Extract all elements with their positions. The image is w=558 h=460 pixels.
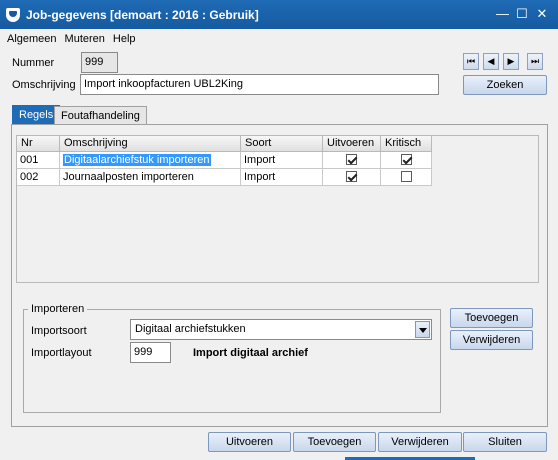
column-header-nr[interactable]: Nr [17,136,60,152]
last-record-icon[interactable]: ⏭ [527,53,543,70]
table-row-nr[interactable]: 002 [17,169,60,186]
menu-help[interactable]: Help [110,33,139,45]
zoeken-button[interactable]: Zoeken [463,75,547,95]
minimize-button[interactable]: — [496,7,509,20]
table-row-omschrijving[interactable]: Journaalposten importeren [60,169,241,186]
tab-regels[interactable]: Regels [12,105,61,125]
group-toevoegen-button[interactable]: Toevoegen [450,308,533,328]
table-row-soort[interactable]: Import [241,169,323,186]
column-header-omschrijving[interactable]: Omschrijving [60,136,241,152]
menu-bar: Algemeen Muteren Help [0,29,558,48]
sluiten-button[interactable]: Sluiten [463,432,547,452]
table-row-uitvoeren[interactable] [323,169,381,186]
toevoegen-button[interactable]: Toevoegen [293,432,376,452]
importlayout-label: Importlayout [31,347,92,359]
chevron-down-icon[interactable] [415,321,430,338]
group-verwijderen-button[interactable]: Verwijderen [450,330,533,350]
table-row-omschrijving[interactable]: Digitaalarchiefstuk importeren [60,152,241,169]
table-row-soort[interactable]: Import [241,152,323,169]
column-header-uitvoeren[interactable]: Uitvoeren [323,136,381,152]
prev-record-icon[interactable]: ◀ [483,53,499,70]
importlayout-description: Import digitaal archief [193,347,308,359]
verwijderen-button[interactable]: Verwijderen [378,432,462,452]
table-row-nr[interactable]: 001 [17,152,60,169]
kritisch-checkbox[interactable] [400,171,412,182]
table-row-kritisch[interactable] [381,152,432,169]
column-header-kritisch[interactable]: Kritisch [381,136,432,152]
table-row-uitvoeren[interactable] [323,152,381,169]
omschrijving-label: Omschrijving [12,79,76,91]
uitvoeren-button[interactable]: Uitvoeren [208,432,291,452]
importeren-legend: Importeren [28,303,88,315]
table-row-kritisch[interactable] [381,169,432,186]
omschrijving-field[interactable]: Import inkoopfacturen UBL2King [80,74,439,95]
menu-muteren[interactable]: Muteren [62,33,108,45]
column-header-soort[interactable]: Soort [241,136,323,152]
tab-foutafhandeling[interactable]: Foutafhandeling [54,106,147,126]
nummer-field[interactable]: 999 [81,52,118,73]
close-button[interactable]: ✕ [536,7,548,20]
importsoort-label: Importsoort [31,325,87,337]
first-record-icon[interactable]: ⏮ [463,53,479,70]
nummer-label: Nummer [12,57,55,69]
importlayout-field[interactable]: 999 [130,342,171,363]
menu-algemeen[interactable]: Algemeen [4,33,60,45]
next-record-icon[interactable]: ▶ [503,53,519,70]
title-bar: Job-gegevens [demoart : 2016 : Gebruik] … [0,0,558,29]
selected-cell-text: Digitaalarchiefstuk importeren [63,154,211,166]
importsoort-select[interactable]: Digitaal archiefstukken [130,319,432,340]
maximize-button[interactable]: ☐ [516,7,528,20]
uitvoeren-checkbox[interactable] [346,154,357,165]
importsoort-value: Digitaal archiefstukken [135,323,246,335]
regels-grid: Nr Omschrijving Soort Uitvoeren Kritisch… [16,135,539,283]
kritisch-checkbox[interactable] [400,154,412,165]
uitvoeren-checkbox[interactable] [346,171,357,182]
app-shield-icon [6,7,20,22]
window-title: Job-gegevens [demoart : 2016 : Gebruik] [26,7,259,22]
